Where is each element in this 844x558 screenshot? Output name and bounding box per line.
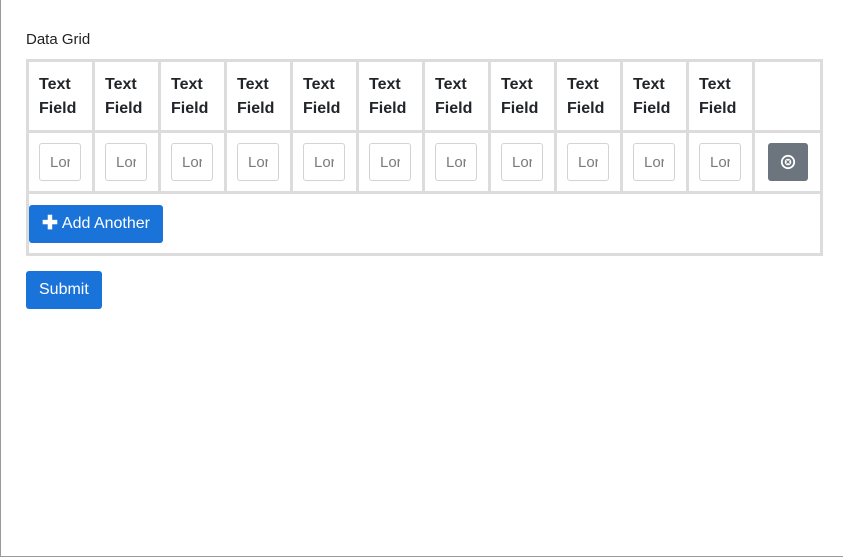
add-another-label: Add Another bbox=[61, 214, 150, 232]
table-cell bbox=[554, 130, 623, 194]
table-row bbox=[26, 130, 823, 194]
text-field-input[interactable] bbox=[303, 143, 345, 181]
remove-circle-icon bbox=[780, 154, 796, 170]
table-cell bbox=[158, 130, 227, 194]
datagrid-footer-cell: ✚ Add Another bbox=[26, 191, 823, 256]
datagrid-header-row: Text Field Text Field Text Field Text Field… bbox=[26, 59, 823, 133]
text-field-input[interactable] bbox=[237, 143, 279, 181]
table-cell bbox=[686, 130, 755, 194]
table-cell bbox=[92, 130, 161, 194]
table-cell bbox=[620, 130, 689, 194]
form-container: Data Grid Text Field Text Field Text Field… bbox=[26, 31, 823, 256]
remove-row-button[interactable] bbox=[767, 143, 808, 181]
column-header-text-field: Text Field bbox=[686, 59, 755, 133]
column-header-text-field: Text Field bbox=[26, 59, 95, 133]
column-header-text-field: Text Field bbox=[620, 59, 689, 133]
text-field-input[interactable] bbox=[435, 143, 477, 181]
column-header-text-field: Text Field bbox=[224, 59, 293, 133]
column-header-actions bbox=[752, 59, 823, 133]
text-field-input[interactable] bbox=[369, 143, 411, 181]
column-header-text-field: Text Field bbox=[488, 59, 557, 133]
column-header-text-field: Text Field bbox=[290, 59, 359, 133]
column-header-text-field: Text Field bbox=[554, 59, 623, 133]
text-field-input[interactable] bbox=[567, 143, 609, 181]
table-cell bbox=[488, 130, 557, 194]
table-cell bbox=[26, 130, 95, 194]
add-another-button[interactable]: ✚ Add Another bbox=[29, 204, 163, 243]
table-cell bbox=[290, 130, 359, 194]
column-header-text-field: Text Field bbox=[158, 59, 227, 133]
plus-icon: ✚ bbox=[42, 213, 58, 234]
table-cell bbox=[224, 130, 293, 194]
text-field-input[interactable] bbox=[105, 143, 147, 181]
text-field-input[interactable] bbox=[171, 143, 213, 181]
submit-button[interactable]: Submit bbox=[26, 271, 102, 309]
text-field-input[interactable] bbox=[501, 143, 543, 181]
datagrid-table: Text Field Text Field Text Field Text Field… bbox=[26, 59, 823, 256]
table-cell bbox=[356, 130, 425, 194]
row-action-cell bbox=[752, 130, 823, 194]
text-field-input[interactable] bbox=[39, 143, 81, 181]
column-header-text-field: Text Field bbox=[92, 59, 161, 133]
column-header-text-field: Text Field bbox=[356, 59, 425, 133]
text-field-input[interactable] bbox=[699, 143, 741, 181]
datagrid-label: Data Grid bbox=[26, 31, 91, 48]
datagrid-footer-row: ✚ Add Another bbox=[26, 191, 823, 256]
text-field-input[interactable] bbox=[633, 143, 675, 181]
column-header-text-field: Text Field bbox=[422, 59, 491, 133]
table-cell bbox=[422, 130, 491, 194]
